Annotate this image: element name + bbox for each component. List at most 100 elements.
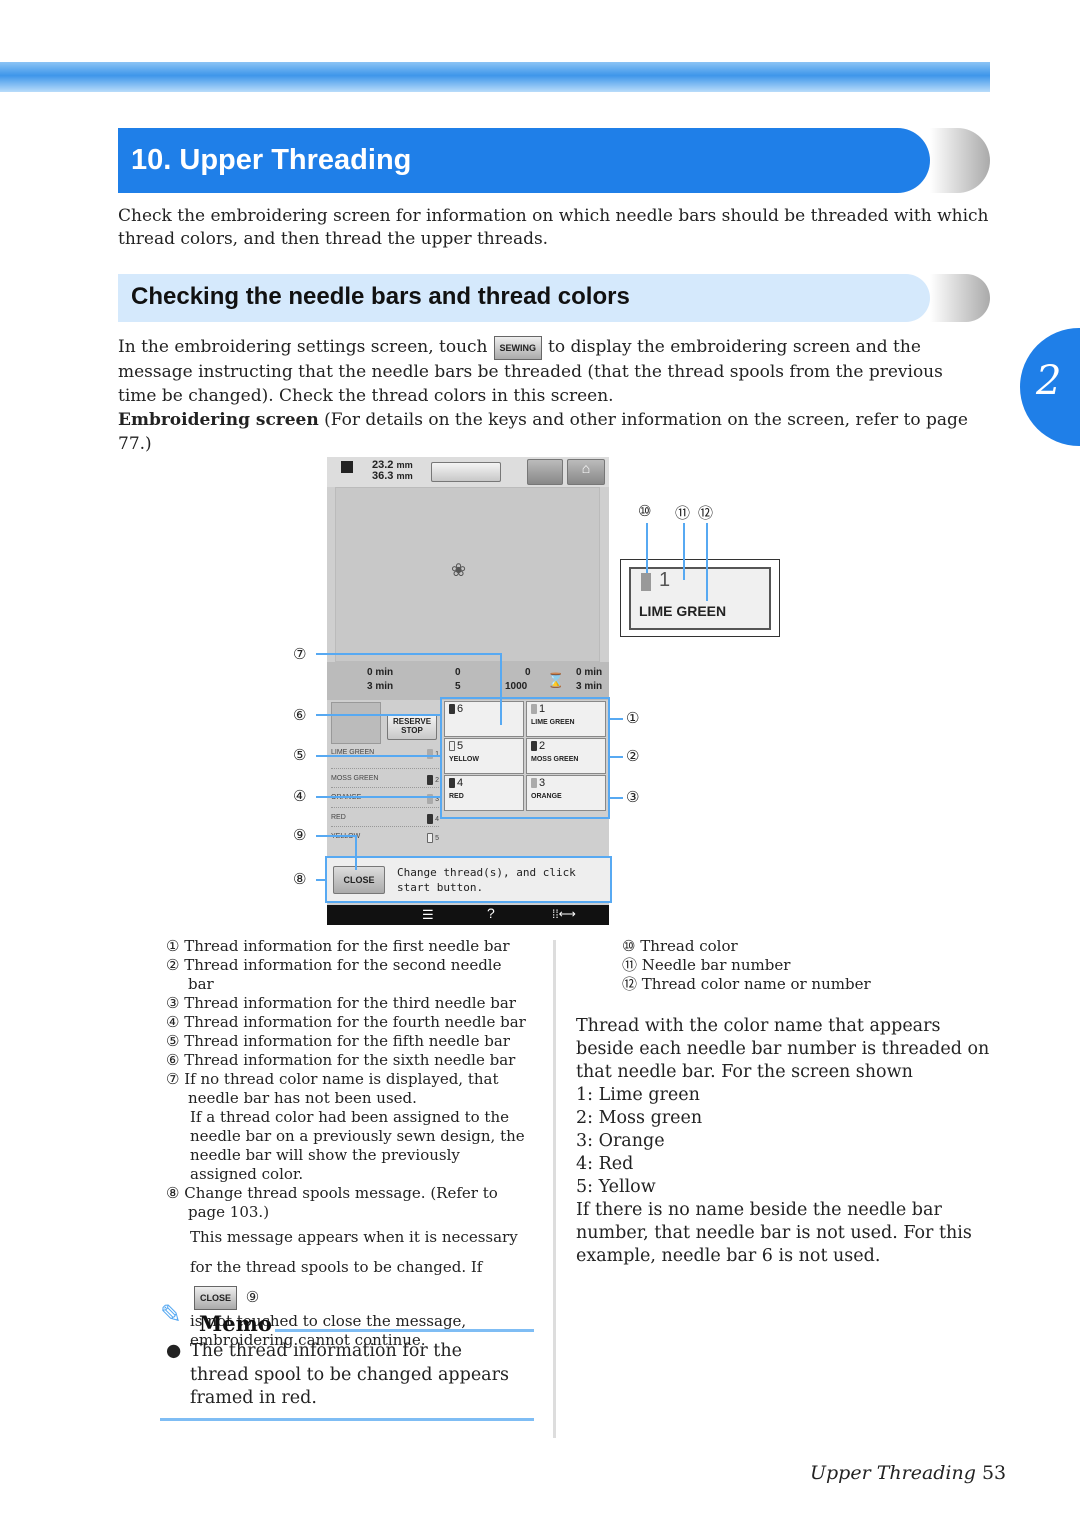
- section-decoration: [930, 274, 990, 322]
- time-elapsed: 0 min: [367, 667, 394, 678]
- stitch-total: 1000: [505, 681, 528, 692]
- leader-line: [316, 796, 441, 798]
- leader-line: [316, 835, 356, 837]
- sewing-settings-button[interactable]: [527, 459, 563, 485]
- home-button[interactable]: ⌂: [567, 459, 605, 485]
- text: In the embroidering settings screen, tou…: [118, 337, 488, 357]
- leader-line: [316, 714, 441, 716]
- list-item: 5: Yellow: [576, 1177, 656, 1197]
- callout-6: ⑥: [293, 706, 307, 724]
- close-button-inline: CLOSE: [194, 1286, 238, 1310]
- memo-bottom-rule: [160, 1418, 534, 1421]
- legend-item: ② Thread information for the second need…: [166, 956, 502, 993]
- thread-color-swatch: [641, 573, 651, 591]
- right-explanation: Thread with the color name that appears …: [576, 1015, 996, 1268]
- zoom-callout: 1 LIME GREEN: [620, 559, 780, 637]
- section-paragraph: In the embroidering settings screen, tou…: [118, 335, 978, 456]
- page-title: 10. Upper Threading: [118, 128, 930, 193]
- legend-item: ③ Thread information for the third needl…: [166, 994, 516, 1012]
- message-text: Change thread(s), and click start button…: [397, 866, 576, 894]
- legend-left: ① Thread information for the first needl…: [166, 937, 526, 1350]
- size-icon: [341, 461, 353, 473]
- callout-1: ①: [626, 709, 640, 727]
- reserve-stop-button[interactable]: RESERVE STOP: [387, 714, 437, 740]
- list-item: 4: Red: [576, 1154, 634, 1174]
- leader-line: [500, 653, 502, 725]
- leader-line: [609, 797, 623, 799]
- legend-item: If a thread color had been assigned to t…: [190, 1108, 525, 1183]
- close-button[interactable]: CLOSE: [333, 866, 385, 894]
- design-preview: ❀: [335, 487, 600, 662]
- stitch-current: 0: [525, 667, 531, 678]
- callout-10: ⑩: [638, 502, 652, 520]
- callout-3: ③: [626, 788, 640, 806]
- leader-line: [355, 835, 357, 870]
- callout-8: ⑧: [293, 870, 307, 888]
- memo-icon: ✎: [160, 1300, 182, 1330]
- bottom-toolbar: ☰ ? ⁞⁞⟷: [327, 905, 609, 925]
- status-bar: 0 min 3 min 0 5 0 1000 ⌛ 0 min 3 min: [327, 662, 609, 700]
- needle-bar-2[interactable]: 2 MOSS GREEN: [526, 738, 606, 774]
- memo-item: ● The thread information for the thread s…: [166, 1340, 526, 1411]
- footer-section: Upper Threading: [810, 1462, 976, 1484]
- thread-name: LIME GREEN: [639, 603, 727, 619]
- sewing-button: SEWING: [493, 335, 543, 360]
- needle-bar-3[interactable]: 3 ORANGE: [526, 775, 606, 811]
- home-icon: ⌂: [581, 460, 591, 476]
- screen-top-bar: 23.2 mm 36.3 mm ⌂: [327, 457, 609, 487]
- chapter-tab[interactable]: 2: [1020, 328, 1080, 446]
- callout-2: ②: [626, 747, 640, 765]
- callout-12: ⑫: [698, 504, 714, 522]
- memo-title: Memo: [199, 1311, 272, 1336]
- design-size: 23.2 mm 36.3 mm: [372, 460, 413, 482]
- needle-bar-toggle-icon[interactable]: ⁞⁞⟷: [552, 907, 576, 921]
- needle-bar-1-zoomed: 1 LIME GREEN: [629, 567, 771, 630]
- callout-9: ⑨: [293, 826, 307, 844]
- legend-item: ④ Thread information for the fourth need…: [166, 1013, 526, 1031]
- memo-text: The thread information for the thread sp…: [190, 1341, 509, 1408]
- callout-4: ④: [293, 787, 307, 805]
- legend-item: ⑤ Thread information for the fifth needl…: [166, 1032, 510, 1050]
- legend-item: ⑪ Needle bar number: [622, 956, 791, 974]
- color-list-item: MOSS GREEN 2: [331, 769, 439, 788]
- hourglass-icon: ⌛: [547, 672, 565, 688]
- bullet: ●: [166, 1341, 182, 1361]
- color-current: 0: [455, 667, 461, 678]
- legend-item: ⑩ Thread color: [622, 937, 738, 955]
- leader-line: [683, 523, 685, 580]
- needle-number: 1: [659, 569, 671, 591]
- page-number: 53: [981, 1462, 1007, 1484]
- leader-line: [316, 755, 441, 757]
- list-item: 3: Orange: [576, 1131, 665, 1151]
- bold-label: Embroidering screen: [118, 409, 319, 430]
- embroidering-screen: 23.2 mm 36.3 mm ⌂ ❀ 0 min 3 min 0 5 0 100…: [325, 457, 612, 925]
- memo-rule: [275, 1329, 534, 1332]
- remaining-time: 0 min: [576, 667, 603, 678]
- legend-right: ⑩ Thread color ⑪ Needle bar number ⑫ Thr…: [622, 937, 1002, 994]
- needle-bar-5[interactable]: 5 YELLOW: [444, 738, 524, 774]
- legend-item: ⑫ Thread color name or number: [622, 975, 871, 993]
- color-list-item: RED 4: [331, 808, 439, 827]
- needle-bar-6[interactable]: 6: [444, 701, 524, 737]
- page-footer: Upper Threading 53: [810, 1462, 1006, 1484]
- change-thread-message: CLOSE Change thread(s), and click start …: [325, 856, 612, 903]
- time-total: 3 min: [367, 681, 394, 692]
- needle-bar-4[interactable]: 4 RED: [444, 775, 524, 811]
- needle-bar-1[interactable]: 1 LIME GREEN: [526, 701, 606, 737]
- color-order-icon[interactable]: ☰: [422, 907, 434, 923]
- section-title: Checking the needle bars and thread colo…: [118, 274, 930, 322]
- legend-item: ⑦ If no thread color name is displayed, …: [166, 1070, 499, 1107]
- header-stripe: [0, 62, 990, 92]
- callout-7: ⑦: [293, 645, 307, 663]
- frame-select-button[interactable]: [431, 462, 501, 482]
- leader-line: [609, 756, 623, 758]
- list-item: 1: Lime green: [576, 1085, 700, 1105]
- leader-line: [316, 879, 326, 881]
- column-divider: [553, 940, 556, 1438]
- callout-11: ⑪: [675, 504, 691, 522]
- unit: mm: [396, 471, 413, 481]
- leader-line: [706, 523, 708, 601]
- paragraph: Thread with the color name that appears …: [576, 1016, 990, 1082]
- leader-line: [646, 523, 648, 573]
- help-button[interactable]: ?: [487, 905, 495, 921]
